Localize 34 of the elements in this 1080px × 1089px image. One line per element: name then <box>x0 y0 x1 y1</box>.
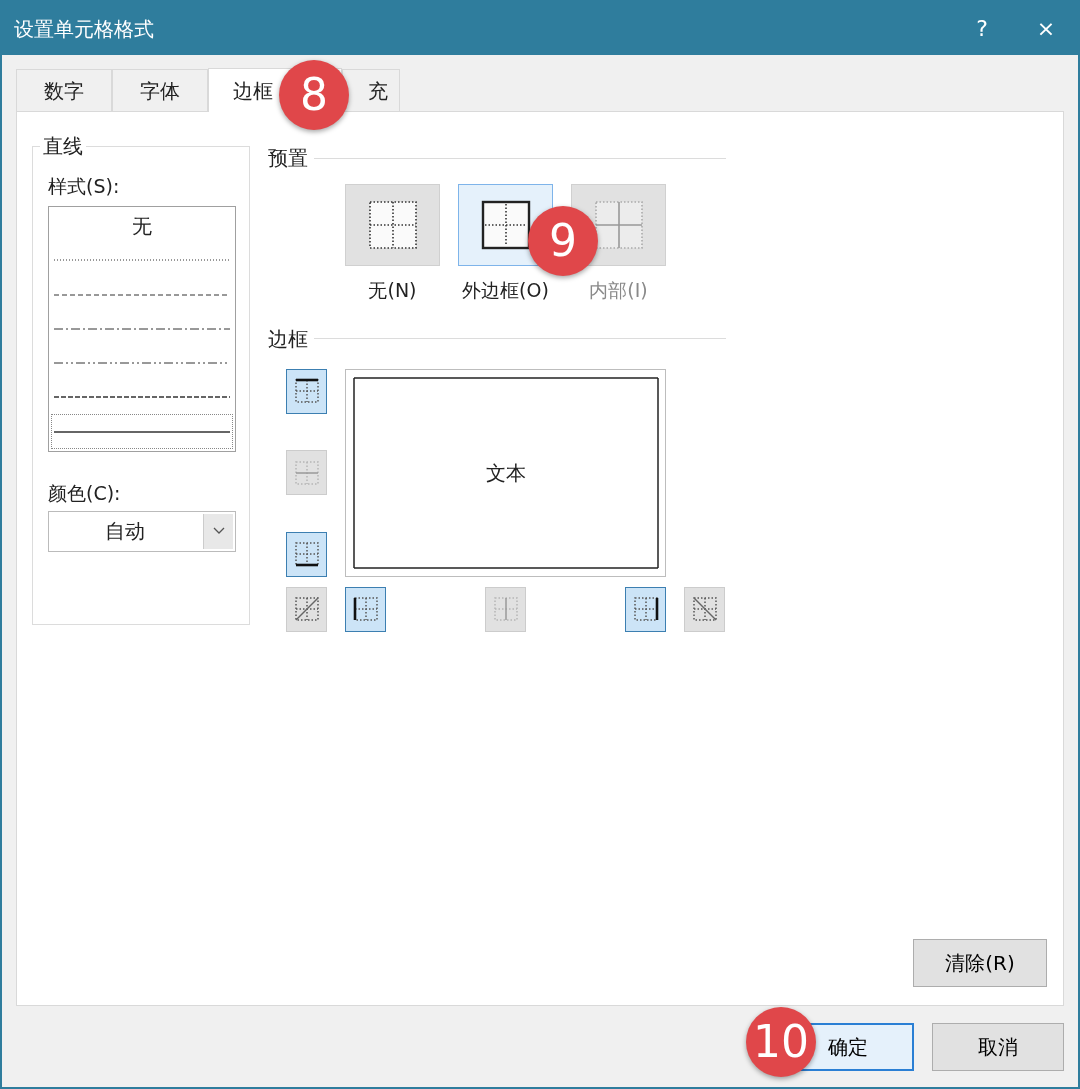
tab[interactable]: 充 <box>342 69 400 111</box>
close-button[interactable]: × <box>1014 2 1078 55</box>
border-toggle-button[interactable] <box>286 368 327 414</box>
border-preset-icon <box>367 200 418 250</box>
border-line-icon <box>690 595 719 623</box>
caret-icon <box>212 527 225 536</box>
window-title: 设置单元格格式 <box>14 15 155 43</box>
preset-label: 外边框(O) <box>462 278 549 303</box>
clear-button[interactable]: 清除(R) <box>913 939 1047 987</box>
preset-label: 内部(I) <box>589 278 648 303</box>
section-title: 预置 <box>268 146 308 170</box>
border-preset-icon <box>593 200 644 250</box>
line-style-option[interactable]: 无 <box>51 208 233 244</box>
callout-tooltip: 10 <box>746 1007 816 1077</box>
group-title: 直线 <box>40 133 86 159</box>
preset-label: 无(N) <box>368 278 417 303</box>
border-toggle-button[interactable] <box>345 586 386 632</box>
cancel-button[interactable]: 取消 <box>932 1023 1064 1071</box>
border-toggle-button[interactable] <box>625 586 666 632</box>
border-line-icon <box>292 595 321 623</box>
line-style-option[interactable] <box>51 414 233 449</box>
border-preset-icon <box>480 200 531 250</box>
section-title: 边框 <box>268 326 308 351</box>
style-label: 样式(S): <box>48 175 121 198</box>
help-button[interactable]: ? <box>950 2 1014 55</box>
tab[interactable]: 字体 <box>112 69 208 111</box>
preview-text: 文本 <box>486 459 526 487</box>
color-dropdown[interactable]: 自动 <box>48 510 236 552</box>
color-label: 颜色(C): <box>48 481 122 505</box>
color-value: 自动 <box>104 518 146 546</box>
border-toggle-button[interactable] <box>286 531 327 577</box>
border-toggle-button[interactable] <box>684 586 725 632</box>
tab[interactable]: 数字 <box>16 69 112 111</box>
border-toggle-button[interactable] <box>286 586 327 632</box>
